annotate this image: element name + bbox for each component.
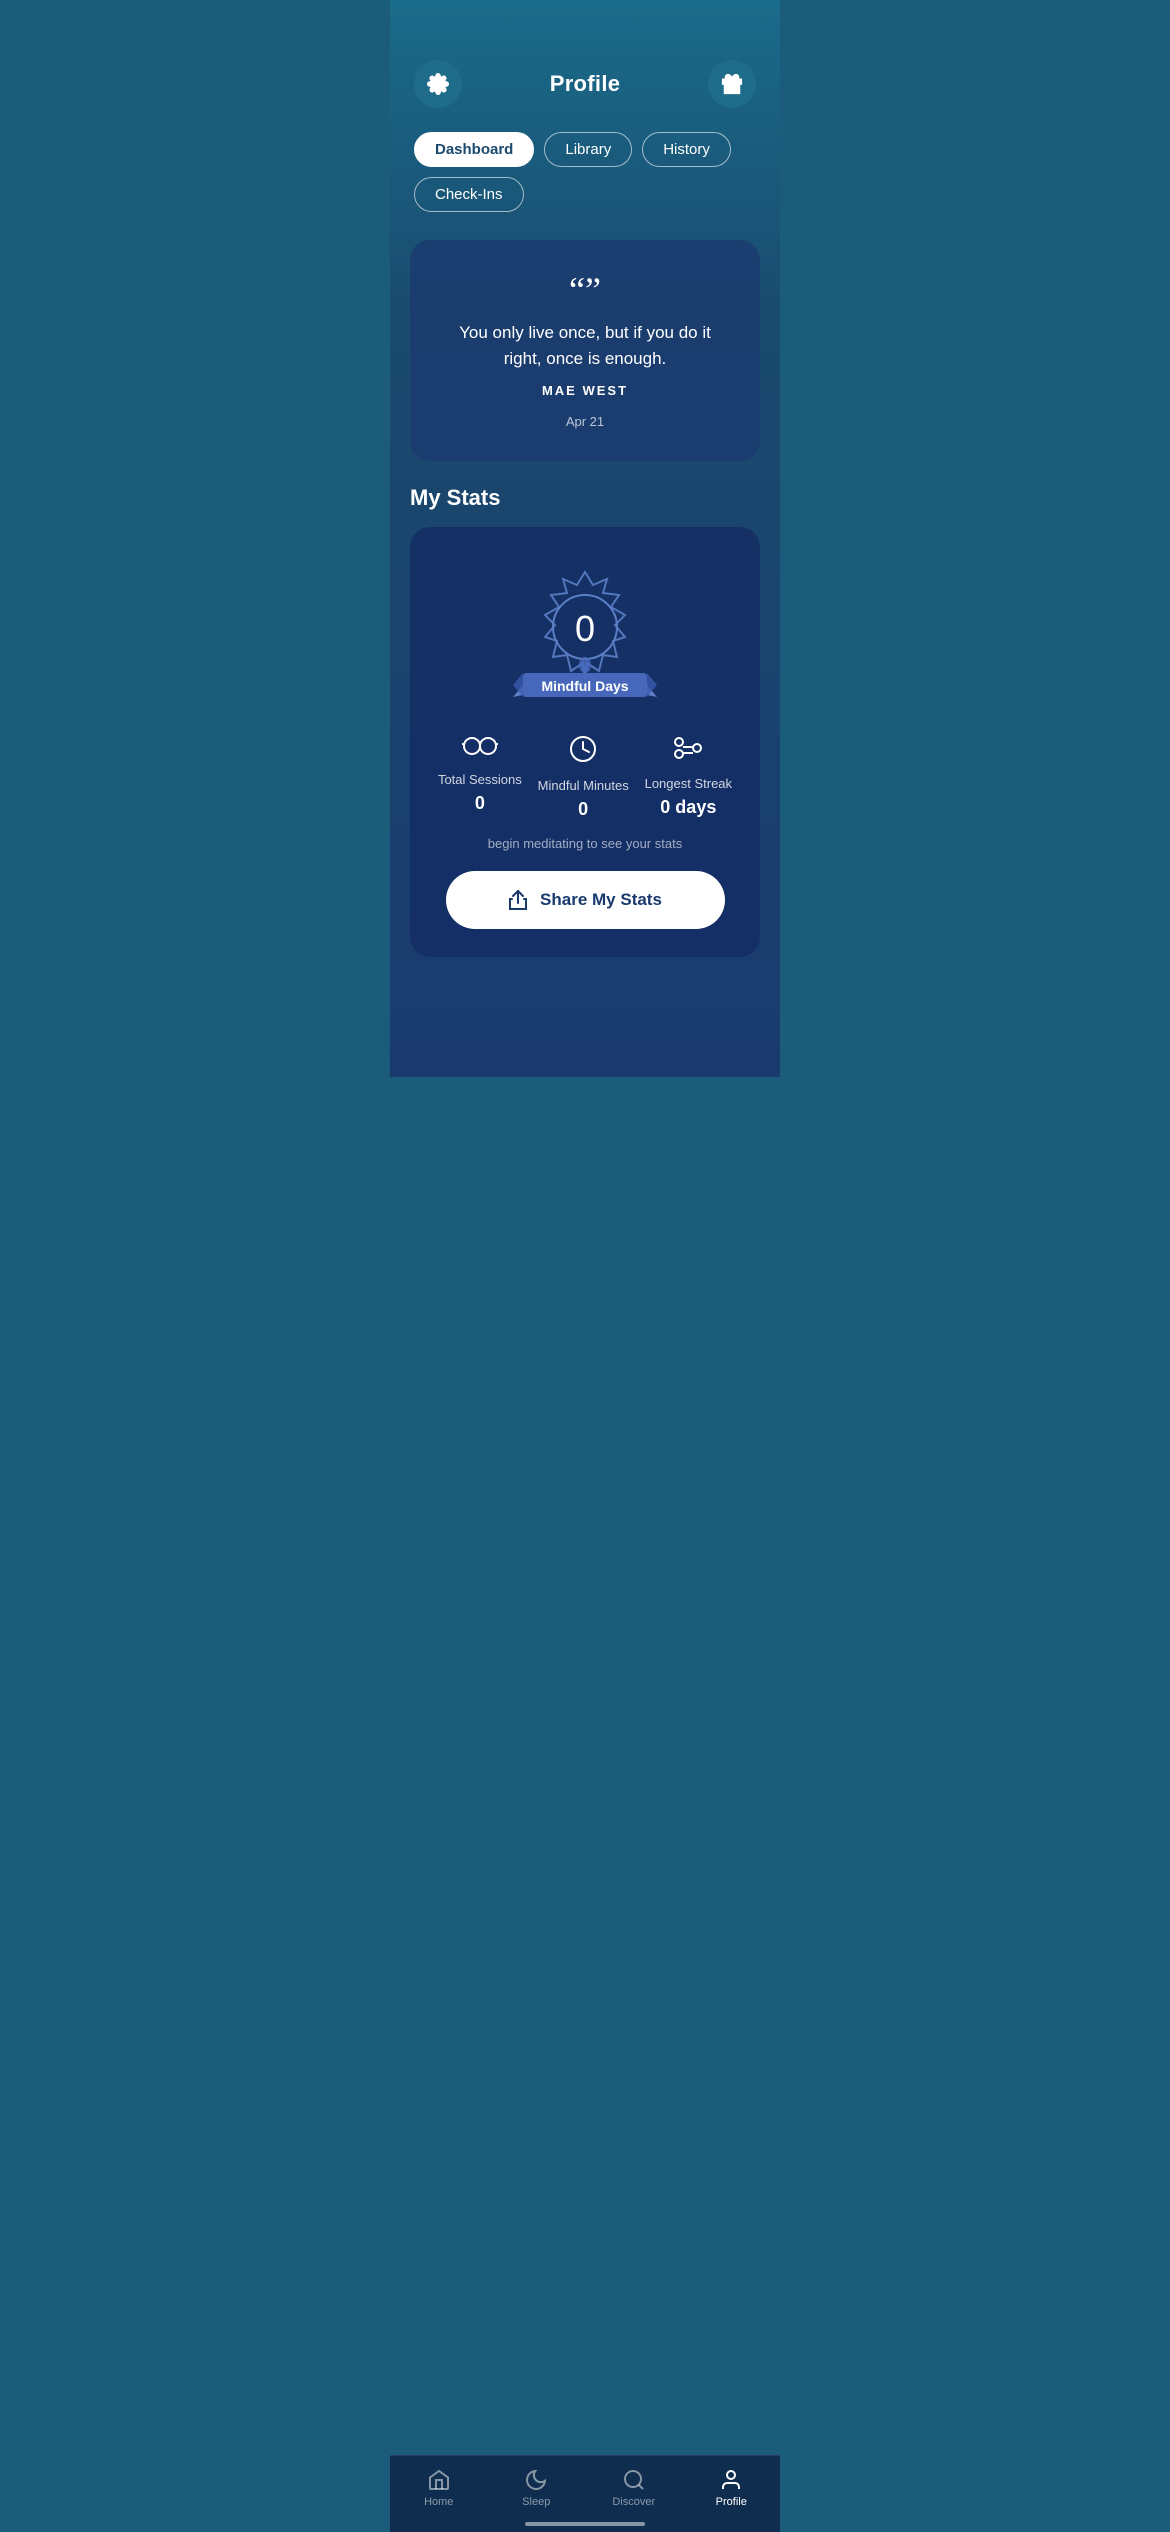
stat-mindful-minutes: Mindful Minutes 0 [538,735,629,820]
tab-dashboard[interactable]: Dashboard [414,132,534,167]
discover-icon [622,2468,646,2492]
quote-text: You only live once, but if you do it rig… [438,320,732,371]
bottom-nav: Home Sleep Discover Profile [390,2455,780,2532]
gear-icon [427,73,449,95]
stats-row: Total Sessions 0 Mindful Minutes 0 [430,735,740,820]
tab-history[interactable]: History [642,132,731,167]
nav-discover-label: Discover [612,2496,655,2508]
gift-icon [721,73,743,95]
header: Profile [390,0,780,124]
total-sessions-value: 0 [475,793,485,814]
nav-home-label: Home [424,2496,453,2508]
total-sessions-label: Total Sessions [438,772,522,787]
streak-icon [673,735,703,766]
page-title: Profile [550,71,621,97]
sleep-icon [524,2468,548,2492]
home-icon [427,2468,451,2492]
quote-card: “” You only live once, but if you do it … [410,240,760,461]
quote-marks: “” [438,272,732,308]
share-icon [508,889,528,911]
svg-text:0: 0 [575,608,595,649]
mindful-minutes-label: Mindful Minutes [538,778,629,793]
quote-author: MAE WEST [438,383,732,398]
profile-icon [719,2468,743,2492]
longest-streak-label: Longest Streak [645,776,732,791]
mindful-minutes-value: 0 [578,799,588,820]
svg-text:Mindful Days: Mindful Days [541,678,628,694]
tab-library[interactable]: Library [544,132,632,167]
nav-home[interactable]: Home [404,2468,474,2508]
gift-button[interactable] [708,60,756,108]
badge-svg: 0 Mindful Days [495,555,675,715]
tab-checkins[interactable]: Check-Ins [414,177,524,212]
share-button-label: Share My Stats [540,890,662,910]
stat-total-sessions: Total Sessions 0 [438,735,522,820]
nav-profile[interactable]: Profile [696,2468,766,2508]
nav-sleep-label: Sleep [522,2496,550,2508]
home-indicator [525,2522,645,2526]
glasses-icon [462,735,498,762]
stat-longest-streak: Longest Streak 0 days [645,735,732,820]
stats-card: 0 Mindful Days [410,527,760,957]
quote-date: Apr 21 [438,414,732,429]
my-stats-title: My Stats [390,485,780,527]
longest-streak-value: 0 days [660,797,716,818]
nav-discover[interactable]: Discover [599,2468,669,2508]
mindful-days-badge: 0 Mindful Days [495,555,675,715]
nav-sleep[interactable]: Sleep [501,2468,571,2508]
begin-text: begin meditating to see your stats [488,836,682,851]
clock-icon [569,735,597,768]
share-stats-button[interactable]: Share My Stats [446,871,725,929]
tabs-container: Dashboard Library History Check-Ins [390,124,780,232]
nav-profile-label: Profile [716,2496,747,2508]
settings-button[interactable] [414,60,462,108]
